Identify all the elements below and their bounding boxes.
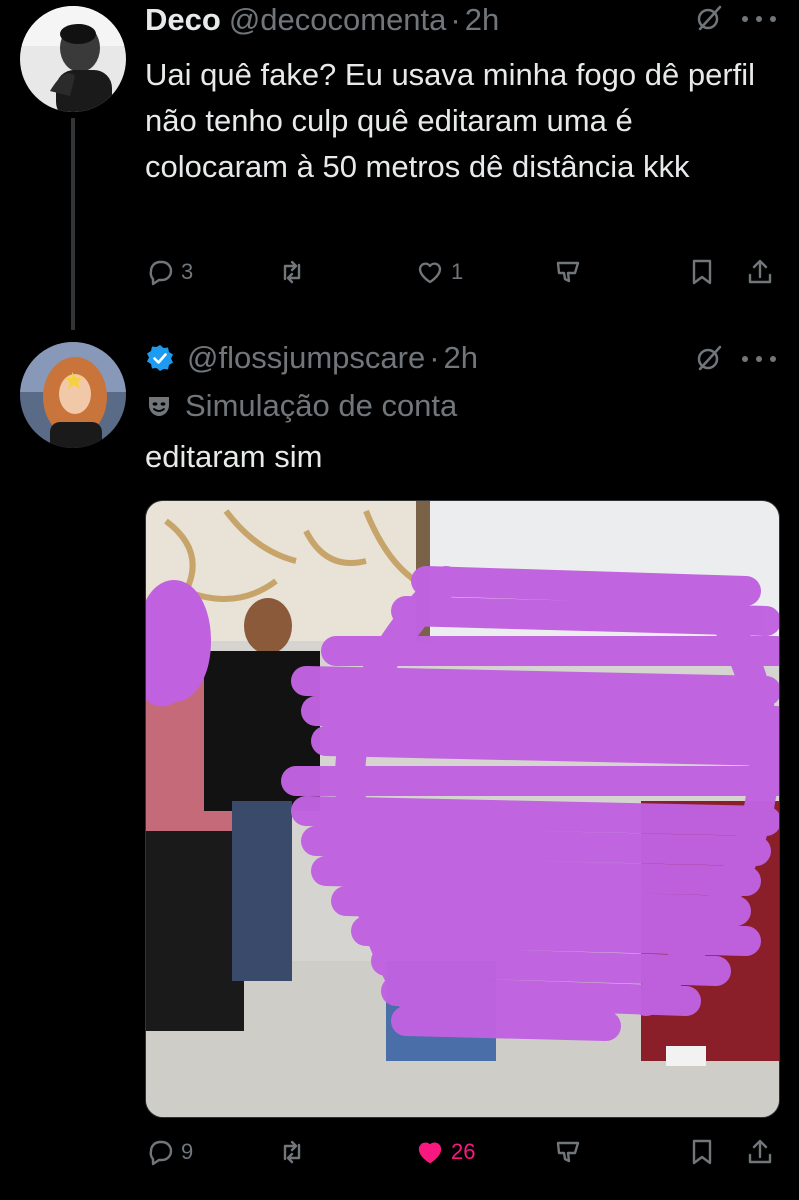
- share-button[interactable]: [745, 252, 775, 292]
- tweet-actions: 9 26: [145, 1132, 785, 1172]
- reply-icon: [149, 1140, 173, 1166]
- retweet-button[interactable]: [277, 1132, 313, 1172]
- bookmark-button[interactable]: [687, 1132, 717, 1172]
- views-button[interactable]: [553, 252, 589, 292]
- bookmark-icon: [692, 1139, 712, 1165]
- verified-badge-icon: [145, 343, 175, 373]
- reply-button[interactable]: 9: [145, 1132, 193, 1172]
- reply-count: 9: [181, 1139, 194, 1164]
- timestamp[interactable]: 2h: [465, 2, 499, 38]
- tweet-text: Uai quê fake? Eu usava minha fogo dê per…: [145, 57, 756, 184]
- tweet-flossjumpscare: @flossjumpscare · 2h Simulação de conta …: [0, 330, 799, 1200]
- like-button[interactable]: 1: [415, 252, 463, 292]
- tweet-actions: 3 1: [145, 252, 785, 292]
- like-icon: [418, 262, 442, 284]
- timestamp[interactable]: 2h: [444, 340, 478, 376]
- share-button[interactable]: [745, 1132, 775, 1172]
- reply-icon: [149, 260, 173, 286]
- tweet-deco: Deco @decocomenta · 2h Uai quê fake? Eu …: [0, 0, 799, 330]
- views-button[interactable]: [553, 1132, 589, 1172]
- reply-button[interactable]: 3: [145, 252, 193, 292]
- retweet-button[interactable]: [277, 252, 313, 292]
- avatar-flossjumpscare[interactable]: [20, 342, 126, 448]
- share-icon: [748, 1139, 772, 1164]
- retweet-icon: [283, 1140, 301, 1164]
- views-icon: [556, 1141, 580, 1163]
- like-count: 26: [451, 1139, 476, 1164]
- bookmark-button[interactable]: [687, 252, 717, 292]
- avatar-deco[interactable]: [20, 6, 126, 112]
- user-handle[interactable]: @flossjumpscare: [187, 340, 425, 376]
- reply-count: 3: [181, 259, 194, 284]
- parody-mask-icon: [149, 397, 169, 416]
- separator: ·: [450, 2, 461, 37]
- tweet-text: editaram sim: [145, 439, 323, 474]
- views-icon: [556, 261, 580, 283]
- user-handle[interactable]: @decocomenta: [229, 2, 447, 38]
- grok-icon[interactable]: [695, 4, 723, 32]
- parody-label-text: Simulação de conta: [185, 388, 458, 423]
- tweet-header: Deco @decocomenta · 2h: [145, 2, 499, 38]
- like-count: 1: [451, 259, 464, 284]
- grok-icon[interactable]: [695, 344, 723, 372]
- bookmark-icon: [692, 259, 712, 285]
- parody-label: Simulação de conta: [145, 386, 457, 426]
- like-icon: [418, 1142, 442, 1164]
- share-icon: [748, 259, 772, 284]
- display-name[interactable]: Deco: [145, 2, 221, 38]
- thread-line: [71, 118, 75, 330]
- tweet-header: @flossjumpscare · 2h: [145, 340, 478, 376]
- more-icon[interactable]: [742, 354, 776, 364]
- retweet-icon: [283, 260, 301, 284]
- like-button[interactable]: 26: [415, 1132, 475, 1172]
- tweet-media-photo[interactable]: [145, 500, 780, 1118]
- separator: ·: [429, 340, 440, 375]
- more-icon[interactable]: [742, 14, 776, 24]
